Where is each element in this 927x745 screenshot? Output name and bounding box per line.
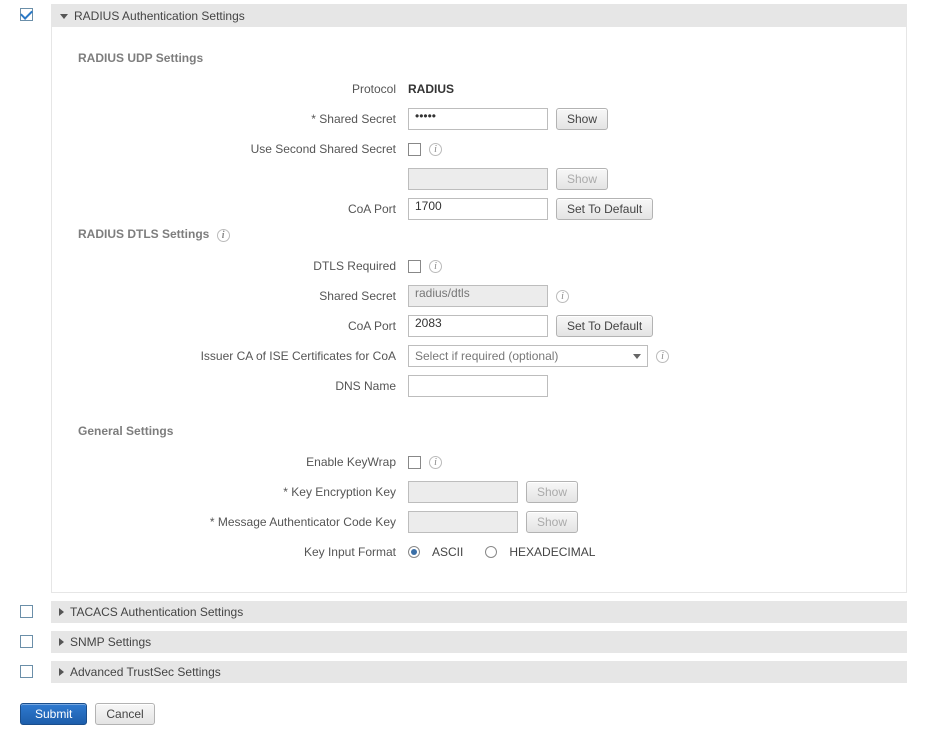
dtls-required-label: DTLS Required [78, 259, 408, 273]
set-default-coa-button[interactable]: Set To Default [556, 198, 653, 220]
tacacs-panel-header[interactable]: TACACS Authentication Settings [51, 601, 907, 623]
show-shared-secret-button[interactable]: Show [556, 108, 608, 130]
radius-panel-header[interactable]: RADIUS Authentication Settings [52, 5, 906, 27]
issuer-ca-label: Issuer CA of ISE Certificates for CoA [78, 349, 408, 363]
enable-radius-checkbox[interactable] [20, 8, 33, 21]
protocol-value: RADIUS [408, 82, 454, 96]
key-format-label: Key Input Format [78, 545, 408, 559]
show-mak-button: Show [526, 511, 578, 533]
udp-heading: RADIUS UDP Settings [78, 51, 880, 65]
hex-radio[interactable] [485, 546, 497, 558]
caret-down-icon [60, 14, 68, 19]
dns-name-label: DNS Name [78, 379, 408, 393]
coa-port-input[interactable]: 1700 [408, 198, 548, 220]
dns-name-input[interactable] [408, 375, 548, 397]
submit-button[interactable]: Submit [20, 703, 87, 725]
info-icon[interactable]: i [217, 229, 230, 242]
hex-radio-label: HEXADECIMAL [509, 545, 595, 559]
kek-label: * Key Encryption Key [78, 485, 408, 499]
advanced-panel-header[interactable]: Advanced TrustSec Settings [51, 661, 907, 683]
enable-keywrap-checkbox[interactable] [408, 456, 421, 469]
dtls-coa-input[interactable]: 2083 [408, 315, 548, 337]
issuer-ca-select[interactable]: Select if required (optional) [408, 345, 648, 367]
info-icon[interactable]: i [429, 143, 442, 156]
ascii-radio[interactable] [408, 546, 420, 558]
radius-panel: RADIUS Authentication Settings RADIUS UD… [51, 4, 907, 593]
snmp-panel-header[interactable]: SNMP Settings [51, 631, 907, 653]
issuer-ca-placeholder: Select if required (optional) [415, 349, 558, 363]
enable-advanced-checkbox[interactable] [20, 665, 33, 678]
form-actions: Submit Cancel [20, 703, 907, 725]
info-icon[interactable]: i [429, 260, 442, 273]
info-icon[interactable]: i [656, 350, 669, 363]
caret-down-icon [633, 354, 641, 359]
dtls-set-default-button[interactable]: Set To Default [556, 315, 653, 337]
advanced-panel: Advanced TrustSec Settings [51, 661, 907, 683]
cancel-button[interactable]: Cancel [95, 703, 154, 725]
dtls-shared-label: Shared Secret [78, 289, 408, 303]
radius-panel-title: RADIUS Authentication Settings [74, 9, 245, 23]
dtls-shared-input: radius/dtls [408, 285, 548, 307]
shared-secret-input[interactable]: ••••• [408, 108, 548, 130]
enable-snmp-checkbox[interactable] [20, 635, 33, 648]
info-icon[interactable]: i [556, 290, 569, 303]
info-icon[interactable]: i [429, 456, 442, 469]
general-heading: General Settings [78, 424, 880, 438]
mak-label: * Message Authenticator Code Key [78, 515, 408, 529]
second-secret-checkbox[interactable] [408, 143, 421, 156]
dtls-coa-label: CoA Port [78, 319, 408, 333]
caret-right-icon [59, 608, 64, 616]
dtls-required-checkbox[interactable] [408, 260, 421, 273]
show-second-secret-button: Show [556, 168, 608, 190]
mak-input [408, 511, 518, 533]
shared-secret-label: * Shared Secret [78, 112, 408, 126]
protocol-label: Protocol [78, 82, 408, 96]
show-kek-button: Show [526, 481, 578, 503]
kek-input [408, 481, 518, 503]
caret-right-icon [59, 668, 64, 676]
enable-keywrap-label: Enable KeyWrap [78, 455, 408, 469]
radius-panel-body: RADIUS UDP Settings Protocol RADIUS * Sh… [52, 27, 906, 592]
dtls-heading: RADIUS DTLS Settings i [78, 227, 880, 242]
coa-port-label: CoA Port [78, 202, 408, 216]
caret-right-icon [59, 638, 64, 646]
snmp-panel: SNMP Settings [51, 631, 907, 653]
tacacs-panel-title: TACACS Authentication Settings [70, 605, 243, 619]
second-secret-input [408, 168, 548, 190]
enable-tacacs-checkbox[interactable] [20, 605, 33, 618]
tacacs-panel: TACACS Authentication Settings [51, 601, 907, 623]
ascii-radio-label: ASCII [432, 545, 463, 559]
snmp-panel-title: SNMP Settings [70, 635, 151, 649]
advanced-panel-title: Advanced TrustSec Settings [70, 665, 221, 679]
second-secret-label: Use Second Shared Secret [78, 142, 408, 156]
